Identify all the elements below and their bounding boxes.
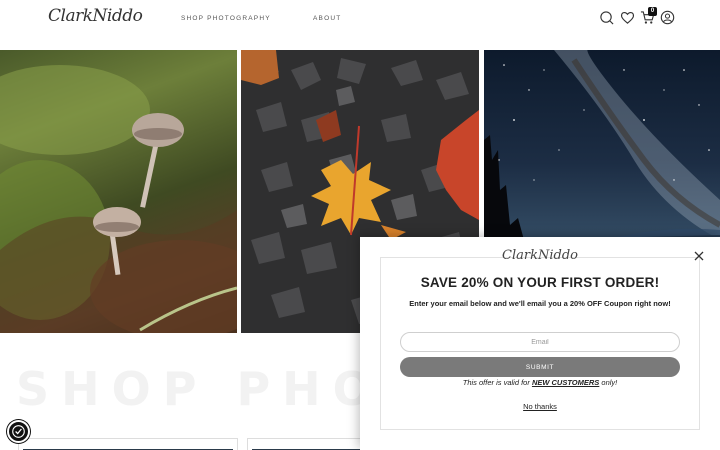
heart-icon[interactable]	[620, 10, 635, 25]
offer-suffix: only!	[599, 378, 618, 387]
search-icon[interactable]	[599, 10, 614, 25]
email-field[interactable]	[400, 332, 680, 352]
nav-shop-photography[interactable]: SHOP PHOTOGRAPHY	[181, 15, 271, 22]
offer-highlight: NEW CUSTOMERS	[531, 378, 600, 387]
submit-button[interactable]: SUBMIT	[400, 357, 680, 377]
accessibility-icon[interactable]	[7, 420, 30, 443]
nav-about[interactable]: ABOUT	[313, 15, 341, 22]
gallery-photo-mushrooms[interactable]	[0, 50, 237, 333]
logo-text: ClarkNiddo	[48, 6, 143, 26]
signup-popup: ClarkNiddo SAVE 20% ON YOUR FIRST ORDER!…	[360, 237, 720, 450]
user-account-icon[interactable]	[660, 10, 675, 25]
close-icon[interactable]	[693, 250, 705, 262]
mushroom-photo-illustration	[0, 65, 237, 333]
product-card[interactable]	[18, 438, 238, 450]
site-header: ClarkNiddo SHOP PHOTOGRAPHY ABOUT 0	[0, 0, 720, 48]
popup-title: SAVE 20% ON YOUR FIRST ORDER!	[420, 275, 660, 290]
product-card[interactable]	[247, 438, 367, 450]
cart-count-badge: 0	[648, 7, 657, 16]
site-logo[interactable]: ClarkNiddo	[48, 6, 148, 28]
offer-prefix: This offer is valid for	[462, 378, 532, 387]
page: ClarkNiddo SHOP PHOTOGRAPHY ABOUT 0 SHOP…	[0, 0, 720, 450]
offer-note: This offer is valid for NEW CUSTOMERS on…	[360, 378, 720, 387]
popup-logo: ClarkNiddo	[502, 248, 578, 263]
no-thanks-link[interactable]: No thanks	[360, 402, 720, 411]
popup-subtitle: Enter your email below and we'll email y…	[409, 299, 671, 308]
